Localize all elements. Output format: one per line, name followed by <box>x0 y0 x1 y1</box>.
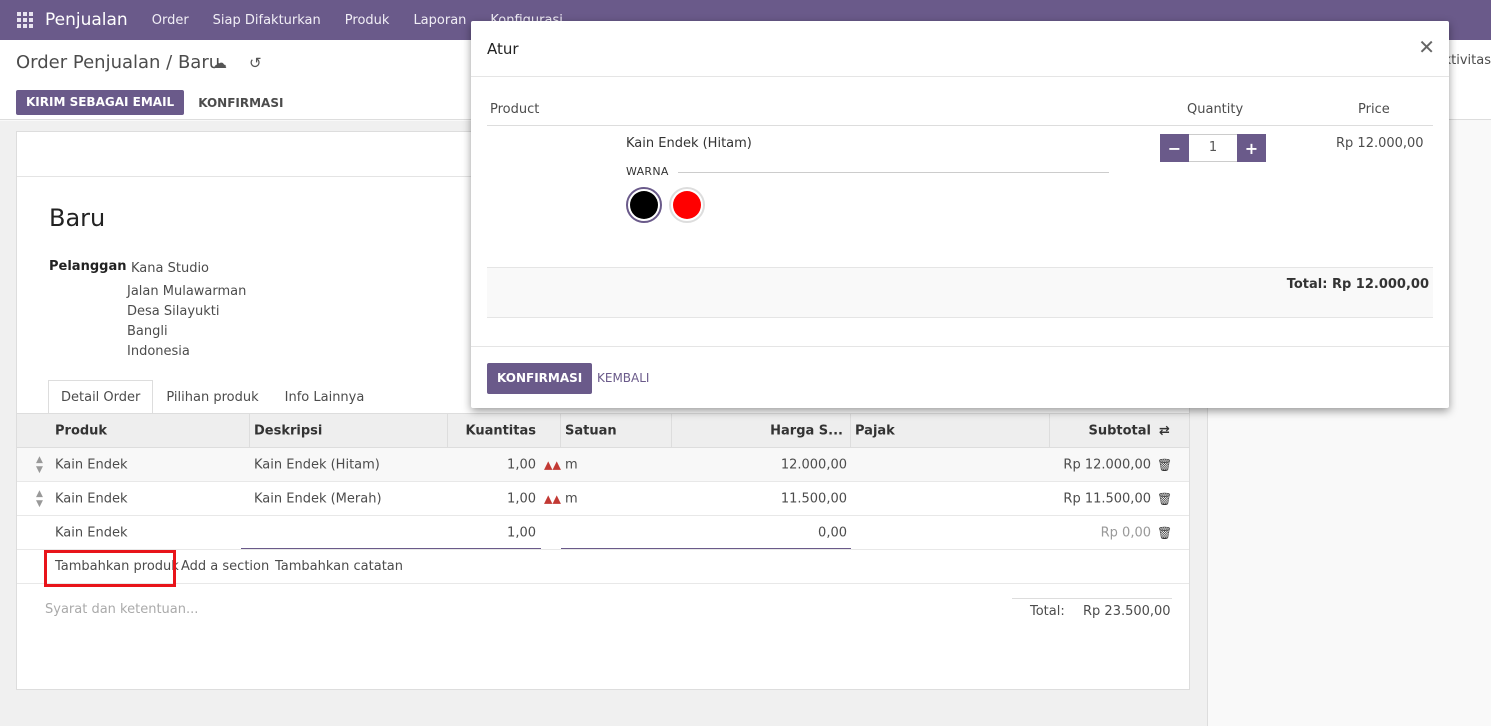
attribute-divider <box>678 172 1109 173</box>
total-label: Total: <box>1030 604 1065 619</box>
total-divider <box>1012 598 1172 599</box>
highlight-box <box>44 550 176 587</box>
line-description[interactable]: Kain Endek (Merah) <box>254 491 382 506</box>
line-quantity[interactable]: 1,00 <box>507 457 536 472</box>
breadcrumb[interactable]: Order Penjualan / Baru <box>16 52 220 73</box>
line-quantity[interactable]: 1,00 <box>507 491 536 506</box>
customer-label: Pelanggan <box>49 259 127 274</box>
close-icon[interactable]: ✕ <box>1418 37 1435 57</box>
drag-handle-icon[interactable]: ▲ ▼ <box>36 489 43 509</box>
col-uom[interactable]: Satuan <box>565 423 617 438</box>
menu-item-reports[interactable]: Laporan <box>413 13 466 28</box>
terms-field[interactable]: Syarat dan ketentuan... <box>45 602 198 617</box>
confirm-order-button[interactable]: KONFIRMASI <box>198 96 283 110</box>
table-row[interactable]: ▲ ▼ Kain Endek Kain Endek (Hitam) 1,00 ▲▲… <box>17 448 1189 482</box>
col-quantity[interactable]: Kuantitas <box>465 423 536 438</box>
dialog-header: Atur ✕ <box>471 21 1449 77</box>
line-price[interactable]: 11.500,00 <box>781 491 847 506</box>
apps-grid-icon[interactable] <box>17 11 35 29</box>
total-section: Total: Rp 12.000,00 <box>487 267 1433 318</box>
line-product[interactable]: Kain Endek <box>55 491 127 506</box>
page-title: Baru <box>49 204 106 232</box>
add-note-link[interactable]: Tambahkan catatan <box>275 559 403 574</box>
col-quantity-header: Quantity <box>1187 102 1244 117</box>
trash-icon[interactable]: 🗑 <box>1157 458 1172 472</box>
line-uom[interactable]: m <box>565 491 578 506</box>
line-price[interactable]: 0,00 <box>818 525 847 540</box>
forecast-chart-icon[interactable]: ▲▲ <box>544 458 561 471</box>
add-section-link[interactable]: Add a section <box>181 559 269 574</box>
customer-address: Jalan Mulawarman Desa Silayukti Bangli I… <box>127 284 247 359</box>
configure-product-dialog: Atur ✕ Product Quantity Price Kain Endek… <box>471 21 1449 408</box>
line-subtotal: Rp 0,00 <box>1100 525 1151 540</box>
menu-item-order[interactable]: Order <box>152 13 189 28</box>
menu-item-products[interactable]: Produk <box>345 13 390 28</box>
confirm-button[interactable]: KONFIRMASI <box>487 363 593 394</box>
dialog-footer: KONFIRMASI KEMBALI <box>471 346 1449 408</box>
col-product-header: Product <box>490 102 540 117</box>
notebook-tabs: Detail Order Pilihan produk Info Lainnya <box>48 380 377 415</box>
color-swatch-black[interactable] <box>626 187 662 223</box>
table-row[interactable]: Kain Endek 1,00 0,00 Rp 0,00 🗑 <box>17 516 1189 550</box>
quantity-input[interactable]: 1 <box>1189 134 1237 162</box>
attribute-label: WARNA <box>626 165 669 178</box>
column-settings-icon[interactable]: ⇄ <box>1159 423 1170 438</box>
table-row[interactable]: ▲ ▼ Kain Endek Kain Endek (Merah) 1,00 ▲▲… <box>17 482 1189 516</box>
undo-icon[interactable]: ↺ <box>249 54 262 72</box>
col-price-header: Price <box>1358 102 1390 117</box>
col-subtotal[interactable]: Subtotal <box>1088 423 1151 438</box>
col-description[interactable]: Deskripsi <box>254 423 322 438</box>
col-taxes[interactable]: Pajak <box>855 423 895 438</box>
col-product[interactable]: Produk <box>55 423 107 438</box>
tab-other-info[interactable]: Info Lainnya <box>272 380 378 415</box>
product-price: Rp 12.000,00 <box>1336 136 1424 151</box>
dialog-body: Product Quantity Price Kain Endek (Hitam… <box>487 77 1433 347</box>
line-product[interactable]: Kain Endek <box>55 457 127 472</box>
line-price[interactable]: 12.000,00 <box>781 457 847 472</box>
trash-icon[interactable]: 🗑 <box>1157 492 1172 506</box>
send-email-button[interactable]: KIRIM SEBAGAI EMAIL <box>16 90 185 115</box>
add-line-row: Tambahkan produk Add a section Tambahkan… <box>17 550 1189 587</box>
table-header: Produk Deskripsi Kuantitas Satuan Harga … <box>17 413 1189 448</box>
line-subtotal: Rp 12.000,00 <box>1063 457 1151 472</box>
trash-icon[interactable]: 🗑 <box>1157 526 1172 540</box>
forecast-chart-icon[interactable]: ▲▲ <box>544 492 561 505</box>
line-product[interactable]: Kain Endek <box>55 525 127 540</box>
product-name: Kain Endek (Hitam) <box>626 136 752 151</box>
line-quantity[interactable]: 1,00 <box>507 525 536 540</box>
minus-icon[interactable]: − <box>1160 134 1189 162</box>
menu-item-to-invoice[interactable]: Siap Difakturkan <box>213 13 321 28</box>
header-divider <box>487 125 1433 126</box>
drag-handle-icon[interactable]: ▲ ▼ <box>36 455 43 475</box>
line-description[interactable]: Kain Endek (Hitam) <box>254 457 380 472</box>
dialog-title: Atur <box>487 40 519 58</box>
tab-order-details[interactable]: Detail Order <box>48 380 154 415</box>
app-brand[interactable]: Penjualan <box>45 10 128 30</box>
line-subtotal: Rp 11.500,00 <box>1063 491 1151 506</box>
color-swatch-red[interactable] <box>669 187 705 223</box>
cloud-upload-icon[interactable]: ☁ <box>212 54 227 72</box>
back-button[interactable]: KEMBALI <box>597 371 649 385</box>
customer-field[interactable]: Kana Studio <box>131 261 209 276</box>
dialog-total: Total: Rp 12.000,00 <box>1286 277 1429 292</box>
total-amount: Rp 23.500,00 <box>1083 604 1171 619</box>
plus-icon[interactable]: + <box>1237 134 1266 162</box>
col-unit-price[interactable]: Harga S... <box>770 423 843 438</box>
order-lines-table: Produk Deskripsi Kuantitas Satuan Harga … <box>17 413 1189 587</box>
line-uom[interactable]: m <box>565 457 578 472</box>
quantity-stepper: − 1 + <box>1160 134 1266 162</box>
tab-product-options[interactable]: Pilihan produk <box>153 380 271 415</box>
